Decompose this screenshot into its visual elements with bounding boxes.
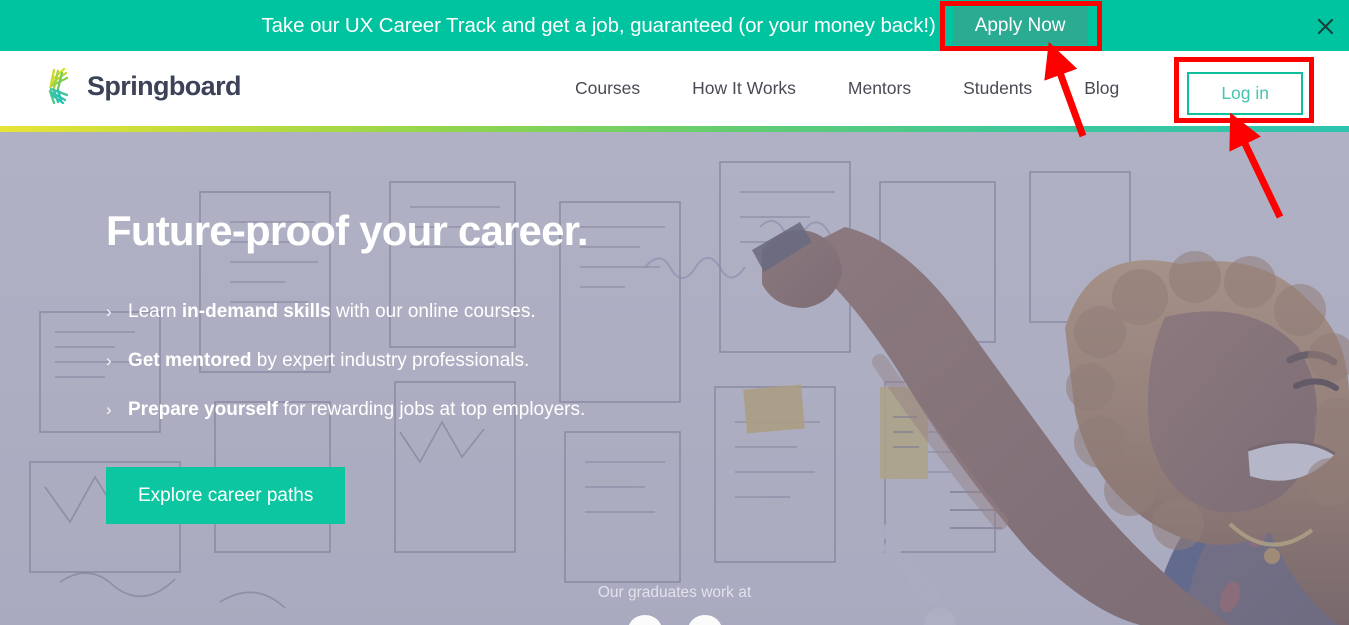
hero-bullet-list: › Learn in-demand skills with our online…	[106, 301, 746, 421]
explore-career-paths-button[interactable]: Explore career paths	[106, 467, 346, 525]
browser-page: Take our UX Career Track and get a job, …	[0, 0, 1349, 625]
hero-title: Future-proof your career.	[106, 207, 589, 254]
nav-item-students[interactable]: Students	[963, 78, 1032, 99]
apply-now-button[interactable]: Apply Now	[952, 6, 1088, 45]
hero-bullet-text: Get mentored by expert industry professi…	[128, 349, 530, 371]
site-header: Springboard Courses How It Works Mentors…	[0, 51, 1349, 126]
hero-bullet-item: › Prepare yourself for rewarding jobs at…	[106, 399, 746, 422]
nav-item-blog[interactable]: Blog	[1084, 78, 1119, 99]
hero-bullet-item: › Get mentored by expert industry profes…	[106, 350, 746, 373]
nav-item-courses[interactable]: Courses	[575, 78, 640, 99]
nav-item-mentors[interactable]: Mentors	[848, 78, 911, 99]
nav-item-how-it-works[interactable]: How It Works	[692, 78, 796, 99]
springboard-starburst-icon	[48, 67, 78, 105]
hero-bullet-text: Prepare yourself for rewarding jobs at t…	[128, 398, 586, 420]
hero-bullet-text: Learn in-demand skills with our online c…	[128, 301, 536, 322]
promo-banner: Take our UX Career Track and get a job, …	[0, 0, 1349, 51]
graduate-employer-logos	[0, 615, 1349, 625]
login-button[interactable]: Log in	[1187, 72, 1303, 115]
hero-content: Future-proof your career. › Learn in-dem…	[106, 207, 746, 525]
chevron-right-icon: ›	[106, 350, 112, 370]
promo-banner-text: Take our UX Career Track and get a job, …	[261, 13, 936, 37]
graduates-work-at-label: Our graduates work at	[597, 584, 752, 601]
hero-section: Future-proof your career. › Learn in-dem…	[0, 132, 1349, 625]
brand-logo[interactable]: Springboard	[48, 67, 242, 105]
chevron-right-icon: ›	[106, 399, 112, 419]
employer-logo	[687, 615, 722, 625]
main-nav: Courses How It Works Mentors Students Bl…	[575, 51, 1119, 126]
brand-name: Springboard	[87, 70, 242, 101]
hero-bullet-item: › Learn in-demand skills with our online…	[106, 301, 746, 324]
chevron-right-icon: ›	[106, 302, 112, 321]
employer-logo	[627, 615, 662, 625]
close-banner-icon[interactable]	[1312, 13, 1338, 39]
